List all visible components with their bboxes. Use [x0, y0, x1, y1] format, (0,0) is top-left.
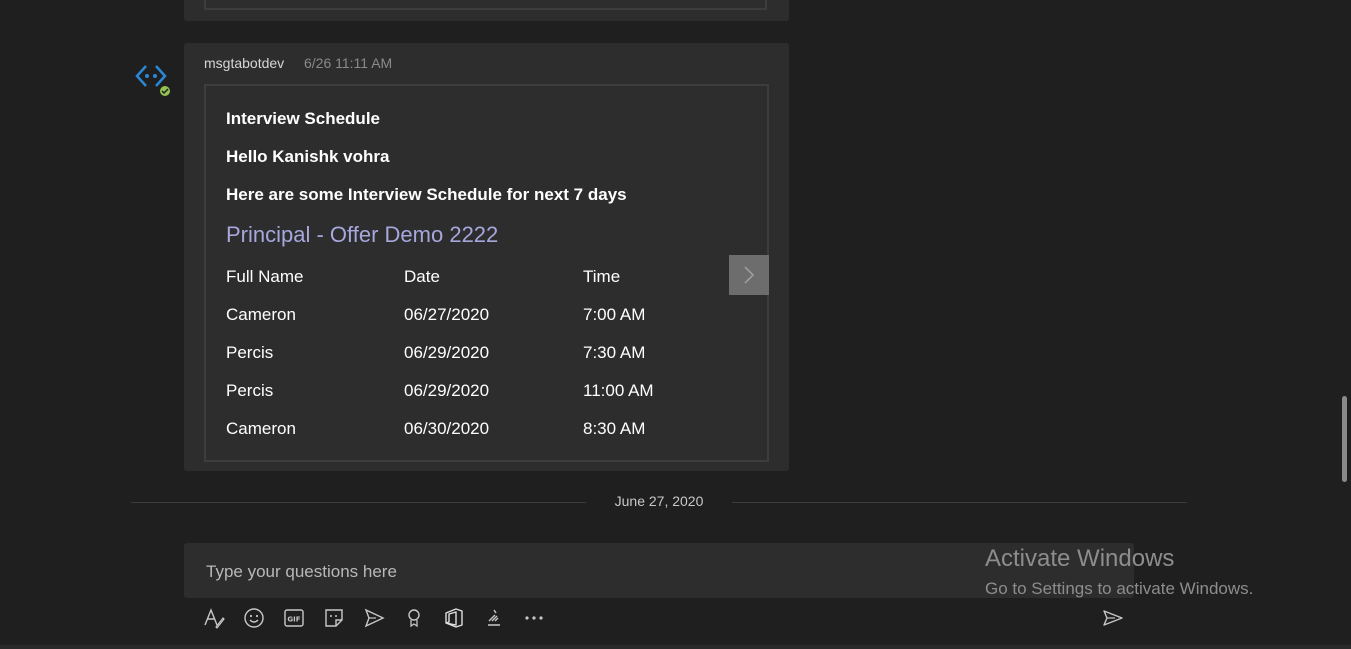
card-title: Interview Schedule: [226, 109, 380, 128]
gif-icon: GIF: [284, 609, 304, 627]
column-header-time: Time: [583, 267, 621, 286]
scrollbar-thumb[interactable]: [1342, 396, 1347, 482]
emoji-icon: [244, 608, 264, 628]
chevron-right-icon: [744, 266, 755, 284]
table-row-date: 06/29/2020: [404, 343, 490, 362]
table-row-date: 06/30/2020: [404, 419, 490, 438]
office-icon: [445, 608, 463, 628]
emoji-button[interactable]: [242, 606, 266, 630]
message-timestamp: 6/26 11:11 AM: [304, 55, 393, 71]
format-button[interactable]: [202, 606, 226, 630]
office-button[interactable]: [442, 606, 466, 630]
table-row-time: 8:30 AM: [583, 419, 646, 438]
column-header-full-name: Full Name: [226, 267, 304, 286]
carousel-next-button[interactable]: [729, 255, 769, 295]
sticker-icon: [325, 609, 343, 627]
sticker-button[interactable]: [322, 606, 346, 630]
status-available-icon: [158, 84, 172, 98]
meet-now-icon: [364, 608, 385, 628]
table-row-time: 7:30 AM: [583, 343, 646, 362]
message-input[interactable]: [204, 559, 968, 585]
table-row-date: 06/29/2020: [404, 381, 490, 400]
svg-text:GIF: GIF: [287, 616, 300, 624]
previous-card: [204, 0, 767, 10]
meet-now-button[interactable]: [362, 606, 386, 630]
date-divider-label: June 27, 2020: [614, 493, 704, 509]
table-row-name: Cameron: [226, 419, 296, 438]
table-row-name: Cameron: [226, 305, 296, 324]
table-row-time: 7:00 AM: [583, 305, 646, 324]
column-header-date: Date: [404, 267, 440, 286]
more-options-icon: [525, 616, 543, 620]
gif-button[interactable]: GIF: [282, 606, 306, 630]
table-row-date: 06/27/2020: [404, 305, 490, 324]
card-intro: Here are some Interview Schedule for nex…: [226, 185, 627, 204]
message-sender: msgtabotdev: [204, 55, 285, 71]
stream-button[interactable]: [482, 606, 506, 630]
activation-watermark-subtitle: Go to Settings to activate Windows.: [985, 579, 1254, 598]
send-button[interactable]: [1101, 606, 1125, 630]
divider-line: [732, 502, 1187, 503]
table-row-name: Percis: [226, 343, 274, 362]
send-icon: [1103, 610, 1123, 626]
job-title: Principal - Offer Demo 2222: [226, 222, 499, 247]
praise-icon: [408, 609, 420, 628]
activation-watermark-title: Activate Windows: [985, 545, 1175, 572]
stream-icon: [488, 609, 500, 626]
more-options-button[interactable]: [522, 606, 546, 630]
card-greeting: Hello Kanishk vohra: [226, 147, 390, 166]
format-icon: [204, 608, 225, 629]
praise-button[interactable]: [402, 606, 426, 630]
scrollbar[interactable]: [1339, 0, 1351, 649]
divider-line: [131, 502, 586, 503]
bottom-edge: [0, 645, 1351, 649]
table-row-name: Percis: [226, 381, 274, 400]
table-row-time: 11:00 AM: [583, 381, 654, 400]
